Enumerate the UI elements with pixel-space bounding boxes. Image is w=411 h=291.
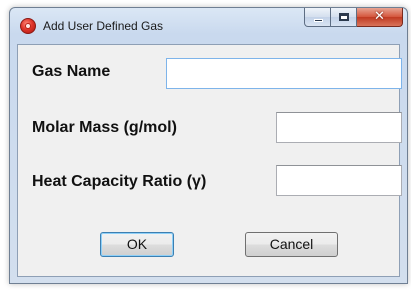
molar-mass-input[interactable] xyxy=(276,112,402,143)
minimize-icon xyxy=(314,19,323,22)
close-button[interactable]: ✕ xyxy=(357,8,403,27)
cancel-button[interactable]: Cancel xyxy=(245,232,338,257)
title-bar[interactable]: Add User Defined Gas ✕ xyxy=(10,8,407,44)
window-title: Add User Defined Gas xyxy=(43,19,164,33)
minimize-button[interactable] xyxy=(304,8,331,27)
gas-name-input[interactable] xyxy=(166,58,402,89)
heat-capacity-ratio-input[interactable] xyxy=(276,165,402,196)
maximize-button[interactable] xyxy=(331,8,357,27)
gas-name-label: Gas Name xyxy=(32,63,111,80)
dialog-window: Add User Defined Gas ✕ Gas Name Molar Ma… xyxy=(9,7,408,284)
dialog-body: Gas Name Molar Mass (g/mol) Heat Capacit… xyxy=(17,44,402,277)
ok-button[interactable]: OK xyxy=(100,232,174,257)
app-icon[interactable] xyxy=(20,18,36,34)
caption-buttons: ✕ xyxy=(304,8,403,28)
close-icon: ✕ xyxy=(374,9,385,24)
molar-mass-label: Molar Mass (g/mol) xyxy=(32,119,177,136)
heat-capacity-ratio-label: Heat Capacity Ratio (γ) xyxy=(32,173,207,190)
maximize-icon xyxy=(339,13,349,21)
